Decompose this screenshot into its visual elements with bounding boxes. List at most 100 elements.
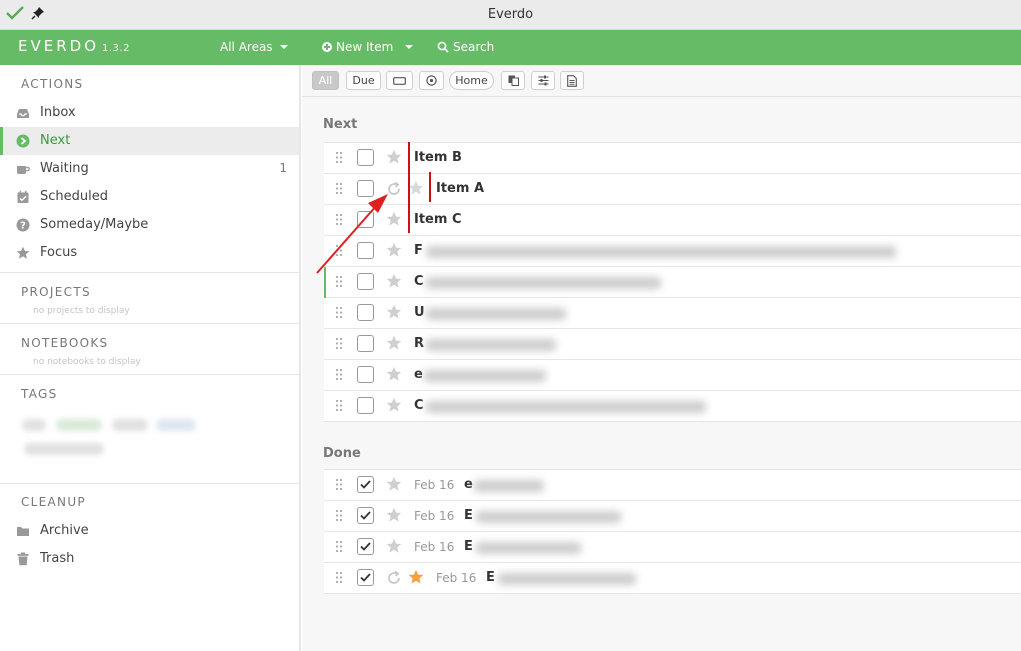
app-version: 1.3.2 bbox=[102, 43, 130, 54]
star-icon[interactable] bbox=[386, 538, 402, 554]
drag-handle-icon[interactable] bbox=[335, 571, 343, 584]
star-icon[interactable] bbox=[386, 366, 402, 382]
star-icon[interactable] bbox=[386, 273, 402, 289]
checkmark-icon bbox=[360, 542, 371, 551]
filter-all-button[interactable]: All bbox=[312, 71, 339, 90]
item-checkbox-checked[interactable] bbox=[357, 569, 374, 586]
drag-handle-icon[interactable] bbox=[335, 275, 343, 288]
completed-date: Feb 16 bbox=[414, 509, 455, 523]
window-titlebar: Everdo bbox=[0, 0, 1021, 30]
tag-pill-blurred[interactable] bbox=[24, 443, 104, 455]
item-checkbox[interactable] bbox=[357, 304, 374, 321]
sidebar-item-label: Scheduled bbox=[40, 189, 108, 204]
sidebar-item-scheduled[interactable]: Scheduled bbox=[0, 183, 299, 211]
star-icon[interactable] bbox=[386, 507, 402, 523]
all-areas-dropdown[interactable]: All Areas bbox=[220, 40, 288, 54]
list-item[interactable]: R bbox=[324, 329, 1021, 360]
all-areas-label: All Areas bbox=[220, 40, 273, 54]
tag-pill-blurred[interactable] bbox=[112, 419, 148, 431]
inbox-icon bbox=[17, 109, 29, 118]
star-icon[interactable] bbox=[386, 211, 402, 227]
sidebar-item-archive[interactable]: Archive bbox=[0, 517, 299, 545]
item-checkbox-checked[interactable] bbox=[357, 507, 374, 524]
drag-handle-icon[interactable] bbox=[335, 368, 343, 381]
drag-handle-icon[interactable] bbox=[335, 244, 343, 257]
drag-handle-icon[interactable] bbox=[335, 540, 343, 553]
done-group-title: Done bbox=[323, 446, 361, 461]
done-actions-list: Feb 16 e Feb 16 E Feb 16 E Feb 16 E bbox=[324, 469, 1021, 594]
list-item[interactable]: Item B bbox=[324, 143, 1021, 174]
filter-energy-button[interactable] bbox=[386, 71, 413, 90]
star-icon[interactable] bbox=[386, 335, 402, 351]
list-item[interactable]: C bbox=[324, 391, 1021, 422]
tags-section-title[interactable]: TAGS bbox=[21, 387, 58, 401]
filter-notes-button[interactable] bbox=[560, 71, 584, 90]
drag-handle-icon[interactable] bbox=[335, 213, 343, 226]
star-icon[interactable] bbox=[386, 476, 402, 492]
item-checkbox[interactable] bbox=[357, 211, 374, 228]
drag-handle-icon[interactable] bbox=[335, 337, 343, 350]
sidebar-item-someday-maybe[interactable]: ? Someday/Maybe bbox=[0, 211, 299, 239]
list-item[interactable]: C bbox=[324, 267, 1021, 298]
projects-section-title[interactable]: PROJECTS bbox=[21, 285, 91, 299]
drag-handle-icon[interactable] bbox=[335, 509, 343, 522]
focus-indicator bbox=[324, 267, 326, 298]
tag-pill-blurred[interactable] bbox=[22, 419, 46, 431]
star-icon[interactable] bbox=[386, 149, 402, 165]
search-button[interactable]: Search bbox=[437, 40, 494, 54]
sidebar-item-inbox[interactable]: Inbox bbox=[0, 99, 299, 127]
list-item[interactable]: Feb 16 E bbox=[324, 501, 1021, 532]
main-panel: All Due Home Next Item B Item A Item C F… bbox=[302, 65, 1021, 651]
sidebar-item-focus[interactable]: Focus bbox=[0, 239, 299, 267]
filter-sliders-button[interactable] bbox=[531, 71, 555, 90]
list-item[interactable]: U bbox=[324, 298, 1021, 329]
drag-handle-icon[interactable] bbox=[335, 151, 343, 164]
item-checkbox[interactable] bbox=[357, 397, 374, 414]
item-checkbox[interactable] bbox=[357, 149, 374, 166]
new-item-button[interactable]: New Item bbox=[322, 40, 414, 54]
list-item[interactable]: F bbox=[324, 236, 1021, 267]
item-checkbox[interactable] bbox=[357, 180, 374, 197]
item-checkbox-checked[interactable] bbox=[357, 476, 374, 493]
sidebar-item-label: Inbox bbox=[40, 105, 76, 120]
drag-handle-icon[interactable] bbox=[335, 306, 343, 319]
list-item[interactable]: Feb 16 e bbox=[324, 470, 1021, 501]
item-title: U bbox=[414, 305, 425, 320]
focus-star-icon[interactable] bbox=[408, 569, 424, 585]
star-icon[interactable] bbox=[386, 304, 402, 320]
filter-copy-button[interactable] bbox=[501, 71, 525, 90]
checkmark-icon bbox=[360, 573, 371, 582]
item-title: Item A bbox=[436, 181, 485, 196]
next-arrow-icon bbox=[16, 134, 30, 148]
notebooks-section-title[interactable]: NOTEBOOKS bbox=[21, 336, 108, 350]
sidebar-item-next[interactable]: Next bbox=[0, 127, 299, 155]
clock-icon bbox=[426, 75, 437, 86]
item-checkbox[interactable] bbox=[357, 335, 374, 352]
list-item[interactable]: e bbox=[324, 360, 1021, 391]
sidebar-item-label: Focus bbox=[40, 245, 78, 260]
item-checkbox[interactable] bbox=[357, 242, 374, 259]
dependency-bar bbox=[408, 142, 410, 233]
drag-handle-icon[interactable] bbox=[335, 399, 343, 412]
drag-handle-icon[interactable] bbox=[335, 182, 343, 195]
list-item[interactable]: Feb 16 E bbox=[324, 532, 1021, 563]
svg-text:?: ? bbox=[20, 221, 26, 232]
drag-handle-icon[interactable] bbox=[335, 478, 343, 491]
filter-home-tag-button[interactable]: Home bbox=[449, 71, 494, 90]
sidebar-item-trash[interactable]: Trash bbox=[0, 545, 299, 573]
tag-pill-blurred[interactable] bbox=[156, 419, 196, 431]
filter-time-button[interactable] bbox=[419, 71, 444, 90]
star-icon[interactable] bbox=[386, 242, 402, 258]
star-icon[interactable] bbox=[408, 180, 424, 196]
list-item[interactable]: Item C bbox=[324, 205, 1021, 236]
tag-pill-blurred[interactable] bbox=[56, 419, 102, 431]
item-checkbox[interactable] bbox=[357, 366, 374, 383]
sidebar-item-waiting[interactable]: Waiting 1 bbox=[0, 155, 299, 183]
chevron-down-icon bbox=[405, 45, 414, 49]
list-item[interactable]: Feb 16 E bbox=[324, 563, 1021, 594]
repeat-icon bbox=[388, 181, 400, 195]
item-checkbox-checked[interactable] bbox=[357, 538, 374, 555]
star-icon[interactable] bbox=[386, 397, 402, 413]
item-checkbox[interactable] bbox=[357, 273, 374, 290]
filter-due-button[interactable]: Due bbox=[346, 71, 381, 90]
